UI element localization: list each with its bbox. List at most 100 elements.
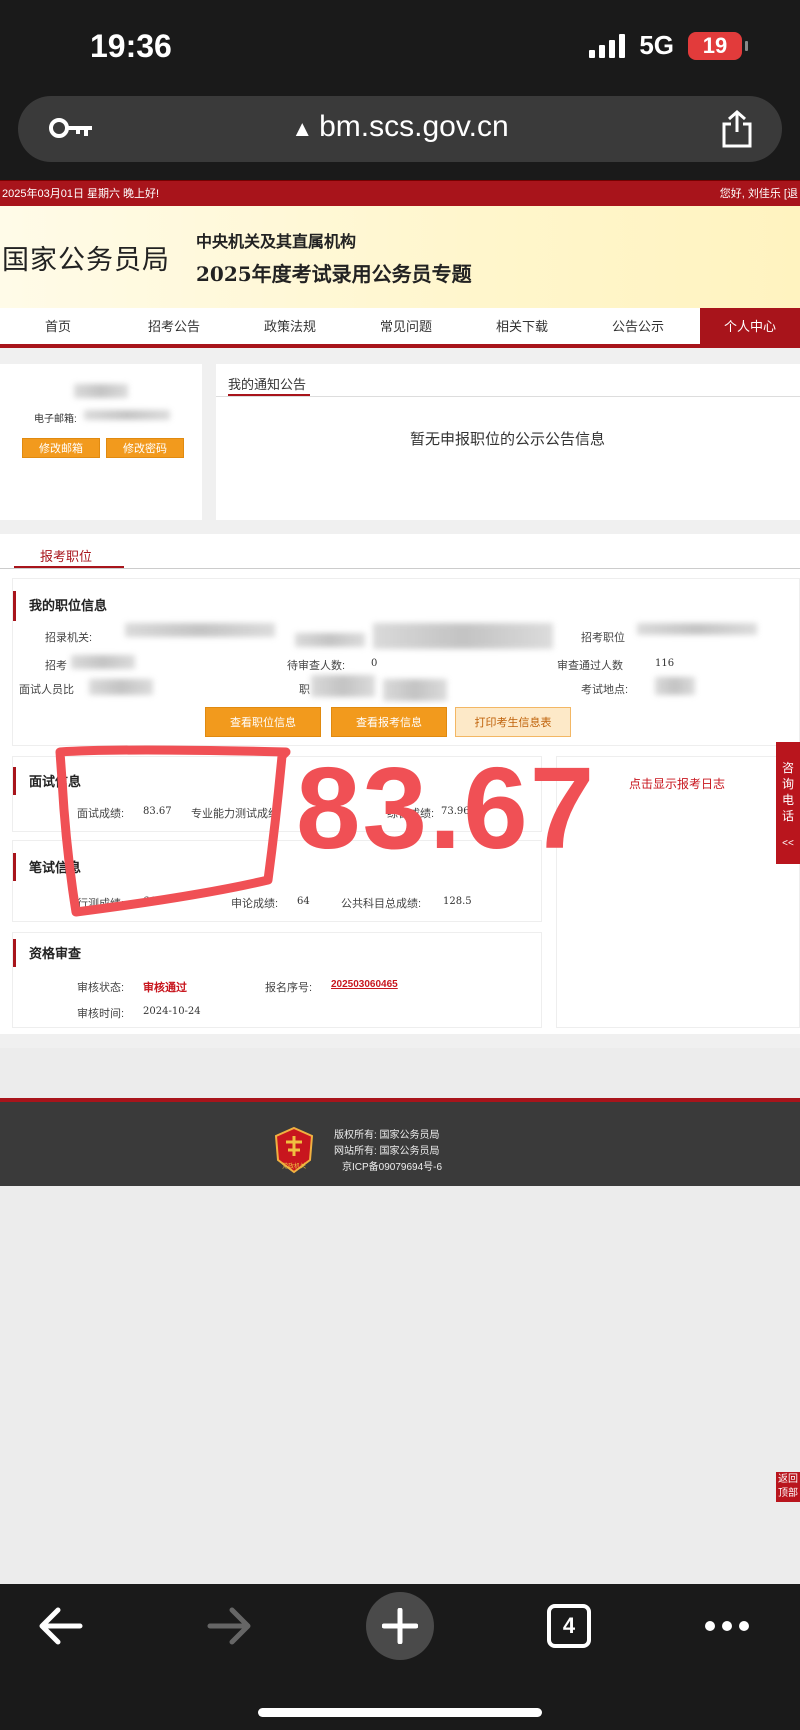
position-label: 招考职位: [581, 632, 625, 644]
blurred-email: [84, 410, 170, 420]
share-icon[interactable]: [720, 110, 754, 148]
website: 2025年03月01日 星期六 晚上好! 您好, 刘佳乐 [退 国家公务员局 中…: [0, 180, 800, 1048]
nav-policies[interactable]: 政策法规: [232, 308, 348, 344]
apply-divider: [0, 568, 800, 569]
government-emblem-icon: 党政机关: [274, 1126, 314, 1174]
annotation-number: 83.67: [296, 743, 597, 873]
consult-phone-tab[interactable]: 咨询电话 <<: [776, 742, 800, 864]
approved-value: 116: [655, 658, 675, 669]
pro-test-label: 专业能力测试成绩: [191, 808, 279, 820]
account-panel: 电子邮箱: 修改邮箱 修改密码: [0, 364, 202, 520]
public-total-value: 128.5: [443, 896, 472, 907]
sl-score-label: 申论成绩:: [231, 898, 279, 910]
interview-score-label: 面试成绩:: [77, 808, 125, 820]
blurred-position-3: [383, 679, 447, 701]
qualification-title: 资格审查: [29, 946, 82, 961]
nav-announcements[interactable]: 招考公告: [116, 308, 232, 344]
print-info-button[interactable]: 打印考生信息表: [455, 707, 571, 737]
qualification-box: 资格审查 审核状态: 审核通过 报名序号: 202503060465 审核时间:…: [12, 932, 542, 1028]
battery-icon: 19: [688, 31, 748, 60]
site-logo[interactable]: 国家公务员局: [2, 238, 170, 277]
notice-empty-text: 暂无申报职位的公示公告信息: [410, 431, 606, 448]
signal-icon: [589, 33, 626, 58]
status-badge: 审核通过: [143, 982, 187, 994]
nav-home[interactable]: 首页: [0, 308, 116, 344]
emblem-text: 党政机关: [282, 1162, 306, 1170]
pending-label: 待审查人数:: [287, 660, 346, 672]
notice-panel: 我的通知公告 暂无申报职位的公示公告信息: [216, 364, 800, 520]
nav-faq[interactable]: 常见问题: [348, 308, 464, 344]
footer-site-owner: 网站所有: 国家公务员局: [334, 1146, 440, 1157]
lock-icon: ▲: [291, 116, 314, 141]
url-text[interactable]: ▲ bm.scs.gov.cn: [18, 110, 782, 144]
collapse-icon[interactable]: <<: [776, 836, 800, 852]
interview-ratio-label: 面试人员比: [19, 684, 74, 696]
url-value: bm.scs.gov.cn: [319, 110, 509, 143]
blurred-username: [74, 384, 128, 398]
review-time-value: 2024-10-24: [143, 1006, 201, 1017]
position-label-partial: 职: [299, 684, 310, 696]
back-arrow-icon[interactable]: [38, 1606, 84, 1646]
banner-subtitle: 中央机关及其直属机构: [196, 234, 357, 251]
xc-score-value: 64.5: [143, 896, 166, 907]
pending-value: 0: [371, 658, 378, 669]
interview-section-bar: [13, 767, 16, 795]
network-label: 5G: [639, 30, 674, 60]
notice-divider: [216, 396, 800, 397]
content-area: 电子邮箱: 修改邮箱 修改密码 我的通知公告 暂无申报职位的公示公告信息 报考职…: [0, 348, 800, 1048]
apply-tab[interactable]: 报考职位: [40, 546, 92, 565]
review-time-label: 审核时间:: [77, 1008, 125, 1020]
more-icon[interactable]: [704, 1620, 750, 1632]
position-info-title: 我的职位信息: [29, 598, 108, 613]
change-email-button[interactable]: 修改邮箱: [22, 438, 100, 458]
status-bar: 19:36 5G 19: [0, 0, 800, 96]
blurred-position: [637, 623, 757, 635]
nav-downloads[interactable]: 相关下载: [464, 308, 580, 344]
site-footer: 党政机关 版权所有: 国家公务员局 网站所有: 国家公务员局 京ICP备0907…: [0, 1098, 800, 1186]
consult-phone-label: 咨询电话: [781, 761, 794, 823]
written-info-title: 笔试信息: [29, 860, 82, 875]
exam-place-label: 考试地点:: [581, 684, 629, 696]
forward-arrow-icon[interactable]: [206, 1606, 252, 1646]
exam-label-partial: 招考: [45, 660, 67, 672]
blurred-ratio: [89, 679, 153, 695]
show-log-link[interactable]: 点击显示报考日志: [629, 775, 725, 792]
blurred-org-3: [373, 623, 553, 649]
blurred-position-2: [311, 675, 375, 697]
qualification-section-bar: [13, 939, 16, 967]
blurred-org-2: [295, 633, 365, 647]
footer-icp[interactable]: 京ICP备09079694号-6: [342, 1158, 442, 1173]
view-position-button[interactable]: 查看职位信息: [205, 707, 321, 737]
xc-score-label: 行测成绩:: [77, 898, 125, 910]
new-tab-button[interactable]: [366, 1592, 434, 1660]
tabs-count-button[interactable]: 4: [547, 1604, 591, 1648]
written-section-bar: [13, 853, 16, 881]
notice-tab[interactable]: 我的通知公告: [228, 374, 306, 393]
public-total-label: 公共科目总成绩:: [341, 898, 422, 910]
back-to-top-label: 返回顶部: [778, 1474, 798, 1499]
position-section-bar: [13, 591, 16, 621]
sl-score-value: 64: [297, 896, 310, 907]
nav-personal-center[interactable]: 个人中心: [700, 308, 800, 348]
user-greeting[interactable]: 您好, 刘佳乐 [退: [720, 181, 798, 207]
view-apply-button[interactable]: 查看报考信息: [331, 707, 447, 737]
change-password-button[interactable]: 修改密码: [106, 438, 184, 458]
status-label: 审核状态:: [77, 982, 125, 994]
reg-number-link[interactable]: 202503060465: [331, 979, 398, 990]
approved-label: 审查通过人数: [557, 660, 623, 672]
blurred-exam: [71, 655, 135, 669]
home-indicator[interactable]: [258, 1708, 542, 1717]
status-time: 19:36: [90, 28, 172, 64]
footer-copyright: 版权所有: 国家公务员局: [334, 1130, 440, 1141]
top-info-bar: 2025年03月01日 星期六 晚上好! 您好, 刘佳乐 [退: [0, 180, 800, 206]
status-indicators: 5G 19: [589, 30, 748, 61]
banner-title: 2025年度考试录用公务员专题: [196, 262, 472, 286]
site-banner: 国家公务员局 中央机关及其直属机构 2025年度考试录用公务员专题: [0, 206, 800, 308]
url-bar[interactable]: ▲ bm.scs.gov.cn: [18, 96, 782, 162]
back-to-top-button[interactable]: 返回顶部: [776, 1472, 800, 1502]
nav-public-notices[interactable]: 公告公示: [580, 308, 696, 344]
blurred-exam-place: [655, 677, 695, 695]
interview-score-value: 83.67: [143, 806, 172, 817]
battery-level: 19: [702, 32, 728, 58]
browser-toolbar: 4: [0, 1584, 800, 1730]
